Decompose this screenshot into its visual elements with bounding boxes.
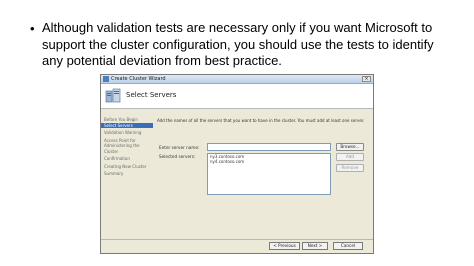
cancel-button[interactable]: Cancel [333,242,363,250]
nav-step-summary[interactable]: Summary [101,171,153,177]
list-item[interactable]: ny4.contoso.com [208,159,330,164]
browse-button[interactable]: Browse... [336,143,364,151]
slide-bullet: • Although validation tests are necessar… [30,20,450,70]
selected-servers-list[interactable]: ny3.contoso.com ny4.contoso.com [207,153,331,195]
instruction-text: Add the names of all the servers that yo… [157,118,365,123]
wizard-header: Select Servers [101,84,373,109]
server-name-input[interactable] [207,143,331,151]
close-button[interactable]: × [362,76,371,82]
nav-step-validation-warning[interactable]: Validation Warning [101,130,153,136]
nav-step-confirmation[interactable]: Confirmation [101,156,153,162]
remove-button[interactable]: Remove [336,164,364,172]
selected-servers-label: Selected servers: [159,154,196,159]
wizard-app-icon [103,76,109,82]
add-button[interactable]: Add [336,153,364,161]
window-title: Create Cluster Wizard [111,76,166,82]
nav-step-access-point[interactable]: Access Point for Administering the Clust… [101,138,153,155]
server-cluster-icon [105,88,121,103]
footer-divider [101,239,373,240]
next-button[interactable]: Next > [302,242,328,250]
bullet-symbol: • [30,21,35,36]
title-bar: Create Cluster Wizard × [101,75,373,84]
server-name-label: Enter server name: [159,145,200,150]
create-cluster-wizard-window: Create Cluster Wizard × Select Servers B… [100,74,374,254]
wizard-content: Add the names of all the servers that yo… [157,109,371,240]
bullet-text: Although validation tests are necessary … [42,20,434,68]
nav-step-select-servers[interactable]: Select Servers [101,122,153,128]
previous-button[interactable]: < Previous [269,242,300,250]
nav-step-creating-new-cluster[interactable]: Creating New Cluster [101,164,153,170]
page-title: Select Servers [126,91,177,99]
wizard-steps-nav: Before You Begin Select Servers Validati… [101,109,153,240]
